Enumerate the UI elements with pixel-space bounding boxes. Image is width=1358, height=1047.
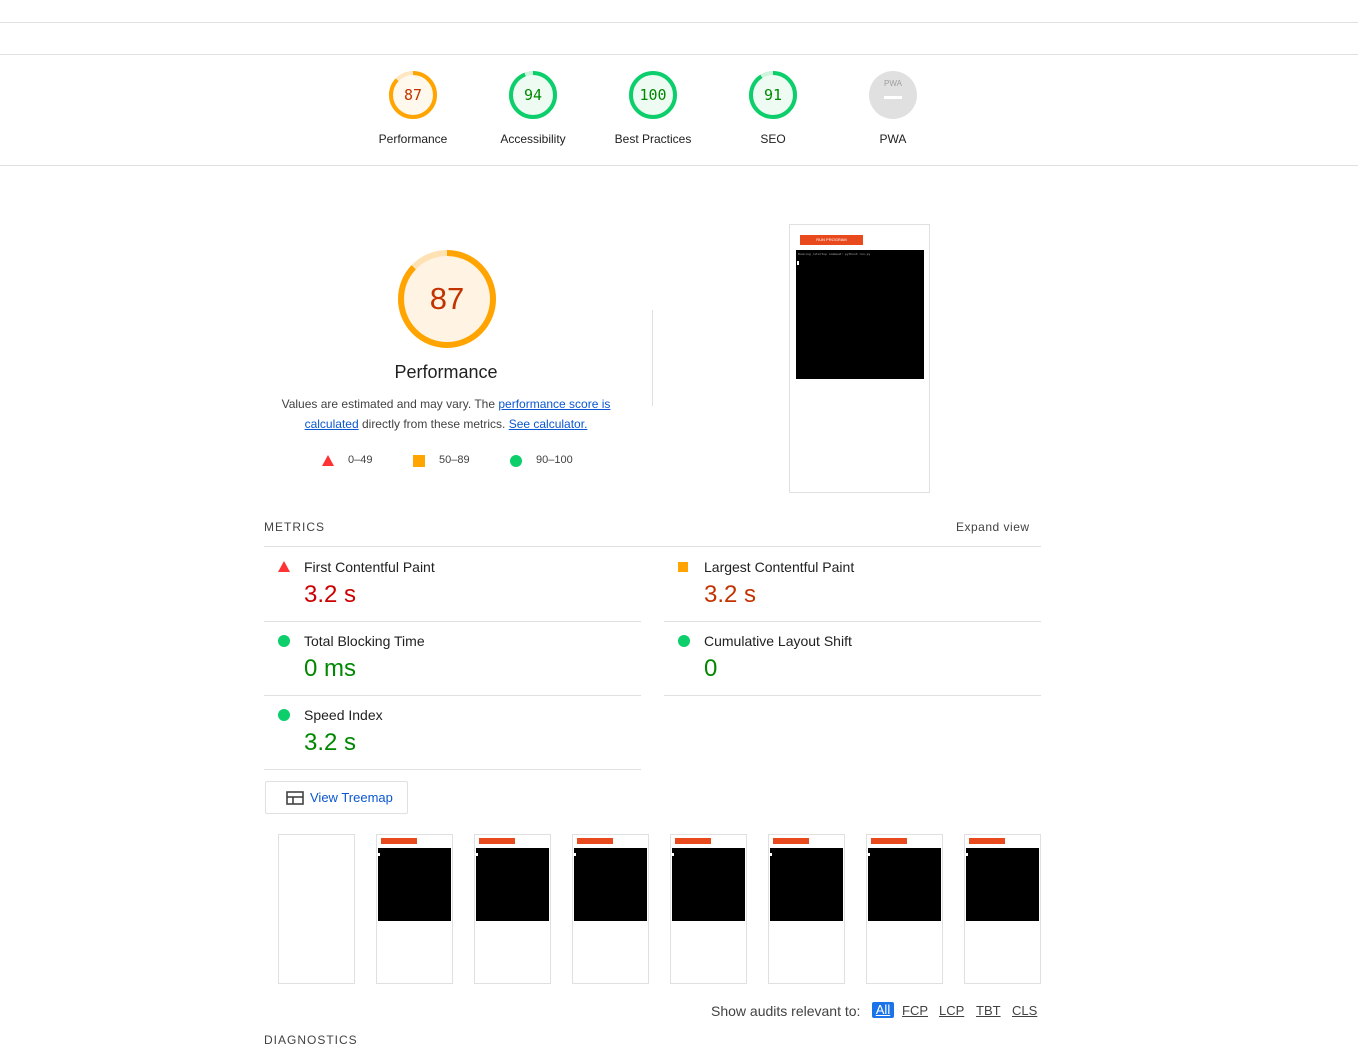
gauge-score: 91 [763, 86, 783, 104]
diagnostics-heading: DIAGNOSTICS [264, 1033, 358, 1047]
metric-fcp: First Contentful Paint 3.2 s [264, 547, 641, 622]
filmstrip-frame [670, 834, 747, 984]
gauge-bar-top-divider [0, 54, 1358, 55]
performance-description: Values are estimated and may vary. The p… [276, 394, 616, 434]
filter-tbt-button[interactable]: TBT [976, 1003, 1001, 1018]
metric-name: Total Blocking Time [304, 633, 425, 649]
metric-name: Cumulative Layout Shift [704, 633, 852, 649]
performance-title: Performance [394, 362, 498, 382]
metric-value: 3.2 s [304, 729, 357, 756]
terminal-area: Running /startup command: python3 run.py [796, 250, 924, 379]
pass-icon [678, 635, 690, 647]
performance-score-large: 87 [429, 281, 465, 316]
gauge-performance[interactable]: 87 Performance [358, 70, 468, 146]
gauge-pwa[interactable]: PWA PWA [838, 70, 948, 146]
gauge-score: 87 [403, 86, 423, 104]
metric-value: 3.2 s [304, 581, 357, 608]
see-calculator-link[interactable]: See calculator. [509, 417, 588, 431]
metric-name: Speed Index [304, 707, 383, 723]
metric-name: Largest Contentful Paint [704, 559, 855, 575]
gauge-label: Accessibility [500, 132, 566, 146]
gauge-score: PWA [884, 79, 902, 88]
fail-icon [322, 455, 334, 466]
metric-value: 3.2 s [704, 581, 757, 608]
gauge-score: 94 [523, 86, 543, 104]
filmstrip-frame [866, 834, 943, 984]
final-screenshot[interactable]: RUN PROGRAM Running /startup command: py… [789, 224, 930, 493]
legend-pass-range: 90–100 [536, 454, 573, 466]
metric-tbt: Total Blocking Time 0 ms [264, 621, 641, 696]
pass-icon [278, 709, 290, 721]
pass-icon [510, 455, 522, 467]
filter-cls-button[interactable]: CLS [1012, 1003, 1037, 1018]
terminal-cursor [797, 261, 799, 265]
gauge-label: Best Practices [614, 132, 692, 146]
gauge-bar-bottom-divider [0, 165, 1358, 166]
metrics-heading: METRICS [264, 520, 325, 534]
view-treemap-button[interactable]: View Treemap [265, 781, 408, 814]
expand-view-toggle[interactable]: Expand view [956, 520, 1030, 534]
filter-lcp-button[interactable]: LCP [939, 1003, 964, 1018]
average-icon [413, 455, 425, 467]
filmstrip-frame [572, 834, 649, 984]
filmstrip-frame [474, 834, 551, 984]
filmstrip-frame [376, 834, 453, 984]
filmstrip-frame [278, 834, 355, 984]
top-divider [0, 22, 1358, 23]
metric-cls: Cumulative Layout Shift 0 [664, 621, 1041, 696]
gauge-label: Performance [378, 132, 448, 146]
metric-value: 0 ms [304, 655, 357, 682]
terminal-line: Running /startup command: python3 run.py [798, 252, 871, 256]
gauge-label: PWA [879, 132, 907, 146]
section-divider [652, 310, 653, 406]
gauge-score: 100 [639, 86, 667, 104]
gauge-accessibility[interactable]: 94 Accessibility [478, 70, 588, 146]
description-text: Values are estimated and may vary. The [281, 397, 499, 411]
filter-fcp-button[interactable]: FCP [902, 1003, 928, 1018]
filter-all-button[interactable]: All [872, 1002, 894, 1018]
average-icon [678, 562, 688, 572]
gauge-seo[interactable]: 91 SEO [718, 70, 828, 146]
filmstrip-frame [964, 834, 1041, 984]
fail-icon [278, 561, 290, 572]
metric-name: First Contentful Paint [304, 559, 435, 575]
filter-label: Show audits relevant to: [711, 1003, 861, 1019]
metric-speed-index: Speed Index 3.2 s [264, 695, 641, 770]
gauge-best-practices[interactable]: 100 Best Practices [598, 70, 708, 146]
metric-lcp: Largest Contentful Paint 3.2 s [664, 547, 1041, 622]
pass-icon [278, 635, 290, 647]
gauge-label: SEO [760, 132, 786, 146]
filmstrip-frame [768, 834, 845, 984]
performance-gauge-large: 87 [396, 248, 498, 350]
description-text-2: directly from these metrics. [358, 417, 509, 431]
treemap-icon [286, 791, 304, 805]
metric-value: 0 [704, 655, 718, 682]
view-treemap-label: View Treemap [310, 790, 393, 805]
run-program-button: RUN PROGRAM [800, 235, 863, 245]
legend-average-range: 50–89 [439, 454, 470, 466]
legend-fail-range: 0–49 [348, 454, 373, 466]
